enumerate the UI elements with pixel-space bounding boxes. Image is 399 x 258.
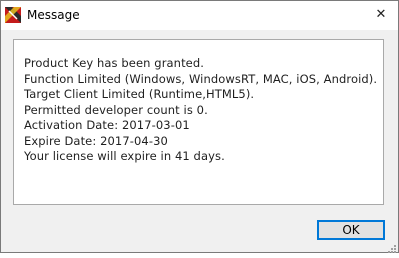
target-client-text: Target Client Limited (Runtime,HTML5). — [24, 87, 255, 101]
message-dialog: Message ✕ Product Key has been granted. … — [0, 0, 399, 253]
app-logo-icon — [5, 7, 21, 23]
window-title: Message — [27, 8, 80, 22]
expire-date-text: Expire Date: 2017-04-30 — [24, 133, 168, 148]
message-panel: Product Key has been granted. Function L… — [13, 39, 384, 205]
activation-date-text: Activation Date: 2017-03-01 — [24, 118, 190, 132]
grant-status-text: Product Key has been granted. — [24, 56, 205, 70]
function-limit-text: Function Limited (Windows, WindowsRT, MA… — [24, 71, 378, 86]
days-remaining-text: Your license will expire in 41 days. — [24, 149, 225, 163]
message-text: Product Key has been granted. Function L… — [24, 56, 377, 165]
close-button[interactable]: ✕ — [364, 1, 398, 30]
title-bar[interactable]: Message ✕ — [1, 1, 398, 30]
resize-grip-icon[interactable] — [385, 239, 397, 253]
developer-count-text: Permitted developer count is 0. — [24, 102, 208, 117]
close-icon: ✕ — [375, 7, 387, 22]
ok-button[interactable]: OK — [317, 220, 385, 240]
